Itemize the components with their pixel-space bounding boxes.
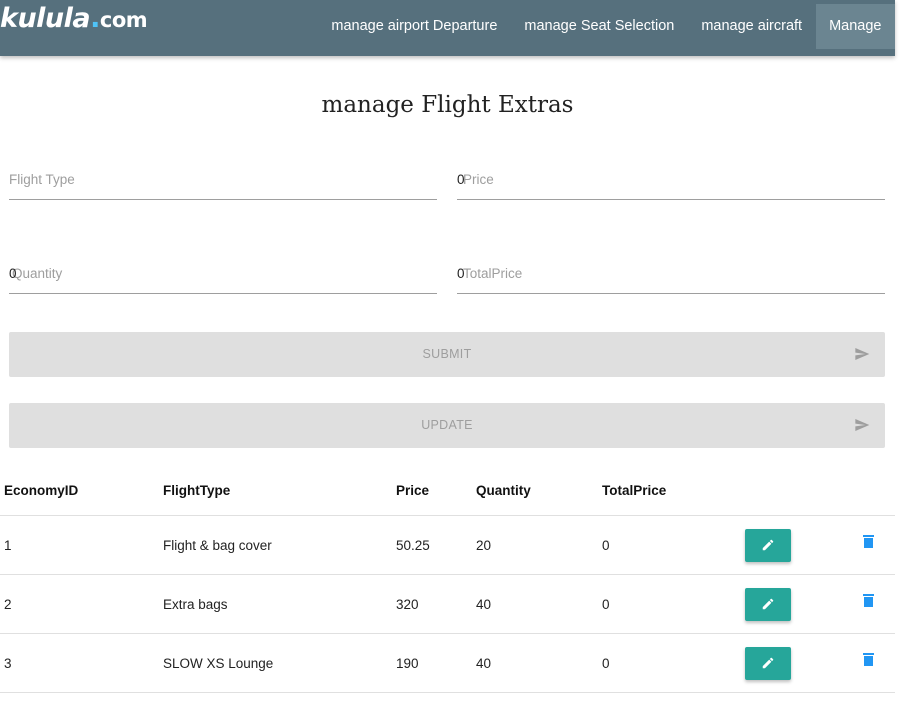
delete-button[interactable] xyxy=(860,592,876,608)
cell-delete xyxy=(849,574,895,634)
flight-extras-table: EconomyID FlightType Price Quantity Tota… xyxy=(0,465,895,693)
logo-dot: . xyxy=(90,3,100,34)
edit-button[interactable] xyxy=(745,587,791,621)
cell-economy-id: 3 xyxy=(0,633,159,693)
send-icon xyxy=(855,348,870,360)
cell-economy-id: 1 xyxy=(0,515,159,575)
trash-icon xyxy=(862,593,874,607)
cell-price: 320 xyxy=(392,574,472,634)
nav-manage-seat-selection[interactable]: manage Seat Selection xyxy=(511,4,688,49)
table-header-row: EconomyID FlightType Price Quantity Tota… xyxy=(0,465,895,516)
cell-quantity: 20 xyxy=(472,515,598,575)
submit-button[interactable]: SUBMIT xyxy=(9,332,885,377)
logo-main-text: kulula xyxy=(0,3,91,34)
price-field[interactable]: Price 0 xyxy=(457,159,885,200)
pencil-icon xyxy=(762,657,774,669)
total-price-field[interactable]: TotalPrice 0 xyxy=(457,253,885,294)
cell-edit xyxy=(740,515,849,575)
page-title: manage Flight Extras xyxy=(321,92,574,118)
column-header-price: Price xyxy=(396,482,430,498)
update-button[interactable]: UPDATE xyxy=(9,403,885,448)
cell-flight-type: SLOW XS Lounge xyxy=(159,633,392,693)
cell-quantity: 40 xyxy=(472,633,598,693)
update-button-label: UPDATE xyxy=(421,418,473,432)
logo-com-text: com xyxy=(99,8,148,32)
column-header-delete xyxy=(849,465,895,516)
edit-button[interactable] xyxy=(745,528,791,562)
pencil-icon xyxy=(762,598,774,610)
cell-edit xyxy=(740,633,849,693)
cell-flight-type: Flight & bag cover xyxy=(159,515,392,575)
table-row: 1 Flight & bag cover 50.25 20 0 xyxy=(0,515,895,575)
nav-manage[interactable]: Manage xyxy=(815,4,895,49)
quantity-value: 0 xyxy=(9,266,17,281)
total-price-label: TotalPrice xyxy=(463,266,523,281)
nav-manage-airport-departure[interactable]: manage airport Departure xyxy=(318,4,511,49)
top-navbar: kulula.com manage airport Departure mana… xyxy=(0,0,895,56)
cell-total-price: 0 xyxy=(598,515,740,575)
cell-quantity: 40 xyxy=(472,574,598,634)
flight-type-label: Flight Type xyxy=(9,172,75,187)
cell-economy-id: 2 xyxy=(0,574,159,634)
cell-edit xyxy=(740,574,849,634)
cell-total-price: 0 xyxy=(598,574,740,634)
quantity-field[interactable]: Quantity 0 xyxy=(9,253,437,294)
column-header-economy-id: EconomyID xyxy=(4,482,79,498)
trash-icon xyxy=(862,534,874,548)
nav-manage-aircraft[interactable]: manage aircraft xyxy=(688,4,816,49)
flight-type-field[interactable]: Flight Type xyxy=(9,159,437,200)
cell-delete xyxy=(849,633,895,693)
column-header-quantity: Quantity xyxy=(476,482,531,498)
edit-button[interactable] xyxy=(745,646,791,680)
column-header-total-price: TotalPrice xyxy=(602,482,667,498)
submit-button-label: SUBMIT xyxy=(422,347,472,361)
price-label: Price xyxy=(463,172,494,187)
cell-delete xyxy=(849,515,895,575)
delete-button[interactable] xyxy=(860,651,876,667)
column-header-flight-type: FlightType xyxy=(163,482,231,498)
column-header-edit xyxy=(740,465,849,516)
cell-price: 50.25 xyxy=(392,515,472,575)
quantity-label: Quantity xyxy=(12,266,63,281)
table-row: 3 SLOW XS Lounge 190 40 0 xyxy=(0,633,895,693)
total-price-value: 0 xyxy=(457,266,465,281)
nav-menu: manage airport Departure manage Seat Sel… xyxy=(318,4,895,49)
table-row: 2 Extra bags 320 40 0 xyxy=(0,574,895,634)
trash-icon xyxy=(862,652,874,666)
cell-price: 190 xyxy=(392,633,472,693)
price-value: 0 xyxy=(457,172,465,187)
pencil-icon xyxy=(762,539,774,551)
cell-total-price: 0 xyxy=(598,633,740,693)
delete-button[interactable] xyxy=(860,533,876,549)
cell-flight-type: Extra bags xyxy=(159,574,392,634)
send-icon xyxy=(855,419,870,431)
kulula-logo[interactable]: kulula.com xyxy=(0,3,148,36)
